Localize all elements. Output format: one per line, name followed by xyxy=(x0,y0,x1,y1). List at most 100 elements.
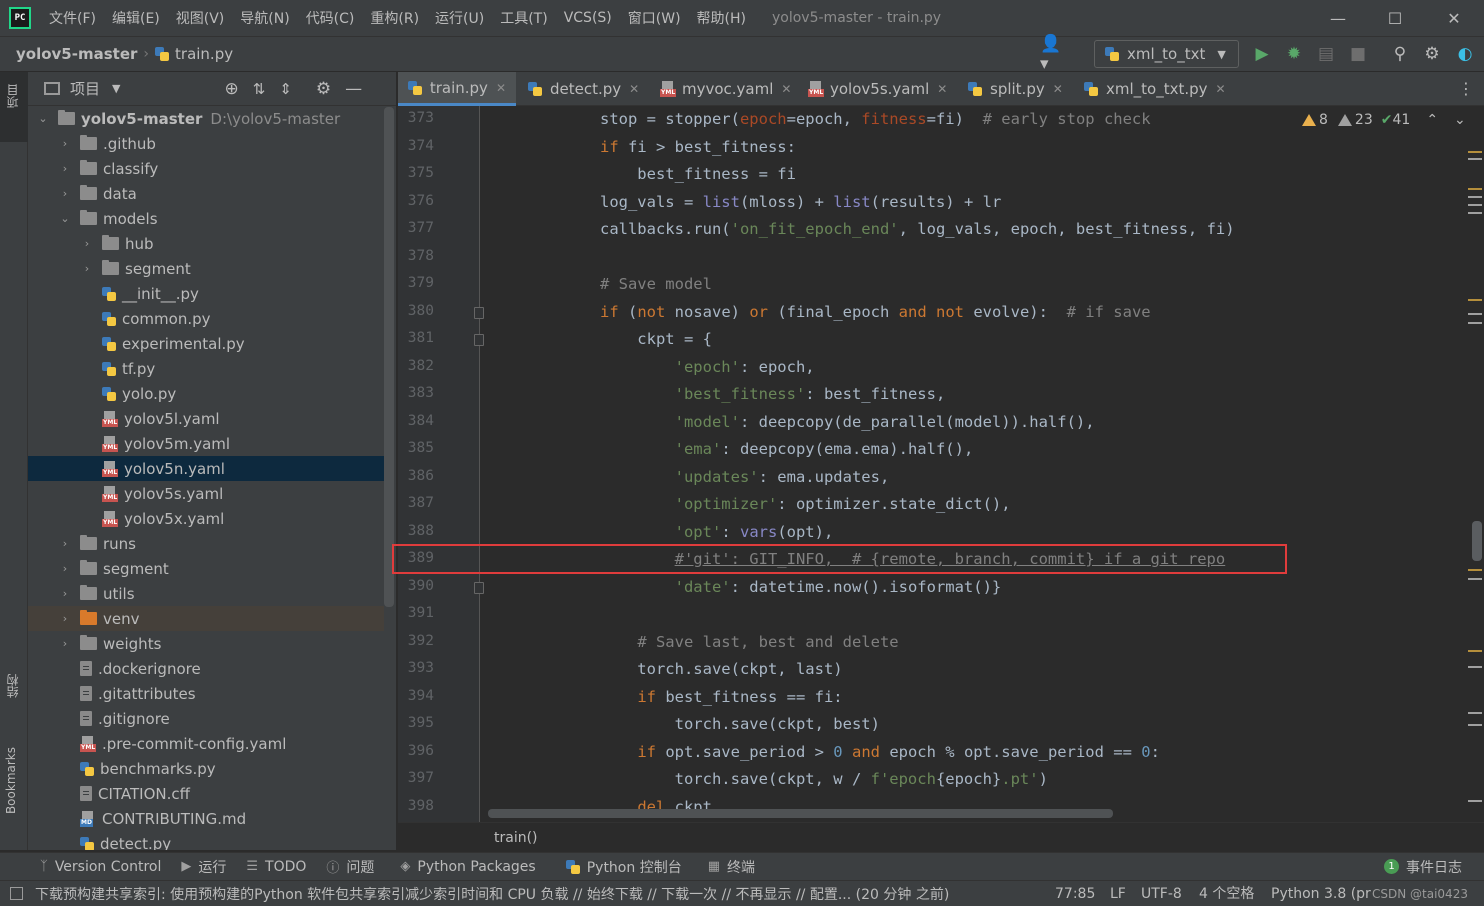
close-tab-icon[interactable]: ✕ xyxy=(937,82,947,96)
event-log[interactable]: 1 事件日志 xyxy=(1384,857,1462,877)
close-tab-icon[interactable]: ✕ xyxy=(1053,82,1063,96)
indent-setting[interactable]: 4 个空格 xyxy=(1199,881,1254,906)
error-stripe-mark[interactable] xyxy=(1468,188,1482,190)
tab-yolov5s-yaml[interactable]: yolov5s.yaml ✕ xyxy=(798,72,957,106)
run-icon[interactable]: ▶ xyxy=(1250,42,1274,66)
tool-python-console[interactable]: Python 控制台 xyxy=(565,857,682,877)
menu-edit[interactable]: 编辑(E) xyxy=(104,8,168,28)
chevron-right-icon[interactable]: › xyxy=(58,537,72,550)
tree-item[interactable]: common.py xyxy=(28,306,384,331)
chevron-right-icon[interactable]: › xyxy=(58,137,72,150)
tab-myvoc-yaml[interactable]: myvoc.yaml ✕ xyxy=(650,72,801,106)
menu-file[interactable]: 文件(F) xyxy=(41,8,104,28)
coverage-icon[interactable]: ▤ xyxy=(1314,42,1338,66)
chevron-up-icon[interactable]: ⌃ xyxy=(1426,112,1438,128)
tree-root[interactable]: ⌄ yolov5-master D:\yolov5-master xyxy=(28,106,384,131)
editor-vertical-scrollbar[interactable] xyxy=(1472,521,1482,561)
close-tab-icon[interactable]: ✕ xyxy=(1216,82,1226,96)
search-icon[interactable]: ⚲ xyxy=(1388,42,1412,66)
chevron-right-icon[interactable]: › xyxy=(80,262,94,275)
error-stripe-mark[interactable] xyxy=(1468,650,1482,652)
hide-panel-icon[interactable]: — xyxy=(345,79,362,99)
tree-item[interactable]: › .github xyxy=(28,131,384,156)
tab-train-py[interactable]: train.py ✕ xyxy=(398,72,516,106)
user-icon[interactable]: 👤▾ xyxy=(1040,34,1064,74)
menu-code[interactable]: 代码(C) xyxy=(298,8,363,28)
tree-item[interactable]: .gitattributes xyxy=(28,681,384,706)
menu-refactor[interactable]: 重构(R) xyxy=(362,8,427,28)
fold-marker-icon[interactable] xyxy=(474,334,484,346)
menu-window[interactable]: 窗口(W) xyxy=(620,8,689,28)
chevron-right-icon[interactable]: › xyxy=(80,237,94,250)
error-stripe-mark[interactable] xyxy=(1468,212,1482,214)
error-stripe-mark[interactable] xyxy=(1468,313,1482,315)
fold-marker-icon[interactable] xyxy=(474,581,484,594)
tree-item[interactable]: › venv xyxy=(28,606,384,631)
stop-icon[interactable]: ■ xyxy=(1346,42,1370,66)
fold-marker-icon[interactable] xyxy=(474,306,484,319)
file-encoding[interactable]: UTF-8 xyxy=(1141,881,1182,906)
chevron-right-icon[interactable]: › xyxy=(58,612,72,625)
chevron-right-icon[interactable]: › xyxy=(58,162,72,175)
menu-vcs[interactable]: VCS(S) xyxy=(556,10,620,26)
menu-navigate[interactable]: 导航(N) xyxy=(232,8,297,28)
tree-item[interactable]: › utils xyxy=(28,581,384,606)
tool-version-control[interactable]: ᛉ Version Control xyxy=(40,859,161,875)
tree-item[interactable]: › hub xyxy=(28,231,384,256)
tree-item[interactable]: yolov5m.yaml xyxy=(28,431,384,456)
error-stripe-mark[interactable] xyxy=(1468,724,1482,726)
tool-todo[interactable]: ☰ TODO xyxy=(246,859,306,875)
error-stripe-mark[interactable] xyxy=(1468,196,1482,198)
error-stripe-mark[interactable] xyxy=(1468,569,1482,571)
menu-tools[interactable]: 工具(T) xyxy=(492,8,555,28)
python-interpreter[interactable]: Python 3.8 (program) xyxy=(1271,881,1371,906)
error-stripe-mark[interactable] xyxy=(1468,666,1482,668)
tree-item[interactable]: .gitignore xyxy=(28,706,384,731)
maximize-icon[interactable]: ☐ xyxy=(1367,0,1423,36)
project-scrollbar[interactable] xyxy=(384,107,394,607)
more-tabs-icon[interactable]: ⋮ xyxy=(1458,79,1474,98)
menu-help[interactable]: 帮助(H) xyxy=(689,8,754,28)
tree-item[interactable]: detect.py xyxy=(28,831,384,850)
tree-item[interactable]: .pre-commit-config.yaml xyxy=(28,731,384,756)
settings-gear-icon[interactable]: ⚙ xyxy=(1420,42,1444,66)
close-icon[interactable]: ✕ xyxy=(1426,0,1482,36)
collapse-all-icon[interactable]: ⇕ xyxy=(279,80,292,98)
chevron-right-icon[interactable]: › xyxy=(58,187,72,200)
breadcrumb-function[interactable]: train() xyxy=(494,830,538,846)
code-editor[interactable]: 373 374 375 376 377 378 379 380 381 382 383 384 385 3… xyxy=(398,106,1484,822)
inspection-widget[interactable]: 8 23 ✔ 41 ⌃ ⌄ xyxy=(1302,112,1466,128)
bookmarks-tool-label[interactable]: Bookmarks xyxy=(4,747,18,814)
chevron-down-icon[interactable]: ⌄ xyxy=(1454,112,1466,128)
error-stripe-mark[interactable] xyxy=(1468,712,1482,714)
tree-item[interactable]: .dockerignore xyxy=(28,656,384,681)
toggle-tool-windows-icon[interactable] xyxy=(10,887,23,900)
tab-xml-to-txt-py[interactable]: xml_to_txt.py ✕ xyxy=(1074,72,1236,106)
chevron-down-icon[interactable]: ▼ xyxy=(112,82,120,95)
tree-item[interactable]: experimental.py xyxy=(28,331,384,356)
tree-item[interactable]: yolov5l.yaml xyxy=(28,406,384,431)
caret-position[interactable]: 77:85 xyxy=(1055,881,1095,906)
debug-icon[interactable]: ✹ xyxy=(1282,42,1306,66)
tree-item[interactable]: CITATION.cff xyxy=(28,781,384,806)
tree-item[interactable]: tf.py xyxy=(28,356,384,381)
tree-item[interactable]: yolo.py xyxy=(28,381,384,406)
expand-all-icon[interactable]: ⇅ xyxy=(253,80,266,98)
error-stripe-mark[interactable] xyxy=(1468,578,1482,580)
structure-tool-label[interactable]: 结构 xyxy=(4,674,21,698)
chevron-down-icon[interactable]: ⌄ xyxy=(58,212,72,225)
tree-item[interactable]: CONTRIBUTING.md xyxy=(28,806,384,831)
status-message[interactable]: 下载预构建共享索引: 使用预构建的Python 软件包共享索引减少索引时间和 C… xyxy=(35,884,949,904)
tree-item[interactable]: __init__.py xyxy=(28,281,384,306)
tool-problems[interactable]: ⓘ 问题 xyxy=(326,857,374,877)
menu-run[interactable]: 运行(U) xyxy=(427,8,492,28)
tree-item[interactable]: › segment xyxy=(28,256,384,281)
breadcrumb-file[interactable]: train.py xyxy=(175,45,233,63)
tree-item[interactable]: benchmarks.py xyxy=(28,756,384,781)
menu-view[interactable]: 视图(V) xyxy=(168,8,233,28)
tab-split-py[interactable]: split.py ✕ xyxy=(958,72,1073,106)
tree-item[interactable]: yolov5x.yaml xyxy=(28,506,384,531)
tree-item[interactable]: › data xyxy=(28,181,384,206)
tool-run[interactable]: ▶ 运行 xyxy=(181,857,226,877)
editor-breadcrumb[interactable]: train() xyxy=(398,822,1484,852)
